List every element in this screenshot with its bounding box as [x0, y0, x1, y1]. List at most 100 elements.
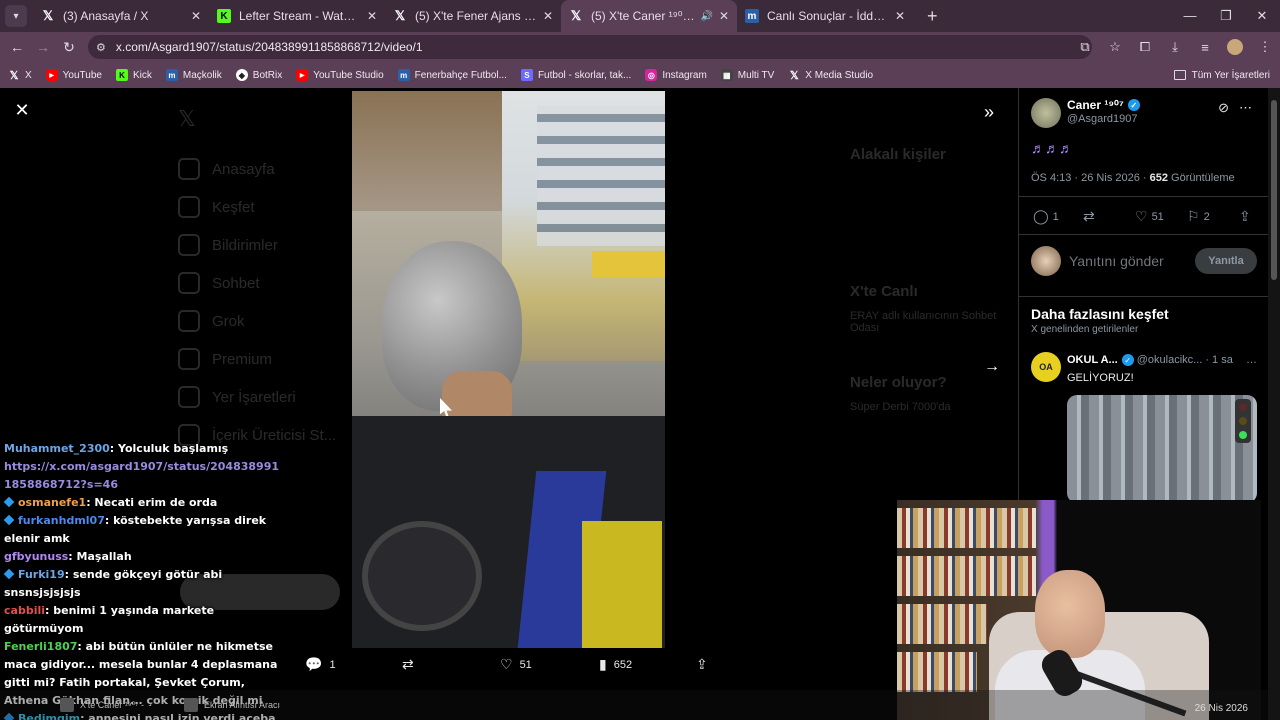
- grok-explain-icon[interactable]: ⊘: [1218, 100, 1229, 116]
- author-username[interactable]: @Asgard1907: [1067, 113, 1140, 125]
- address-bar-row: ← → ↻ ⚙ x.com/Asgard1907/status/20483899…: [0, 32, 1280, 62]
- tab-title: Lefter Stream - Watch Live on Kick: [239, 9, 361, 23]
- bookmark-youtube[interactable]: ▶ YouTube: [45, 69, 102, 81]
- bookmark-youtube-studio[interactable]: ▶ YouTube Studio: [296, 69, 384, 81]
- forward-icon[interactable]: →: [30, 39, 56, 55]
- nav-label: Anasayfa: [212, 160, 275, 178]
- speaker-icon[interactable]: 🔊: [700, 11, 712, 22]
- tab-0[interactable]: 𝕏 (3) Anasayfa / X ✕: [33, 0, 209, 32]
- bookmark-instagram[interactable]: ◎ Instagram: [645, 69, 707, 81]
- streamer-face: [1035, 570, 1105, 658]
- tab-search-icon[interactable]: ▾: [5, 5, 27, 27]
- new-tab-button[interactable]: +: [927, 6, 938, 27]
- more-options-icon[interactable]: …: [1246, 354, 1257, 366]
- reply-button[interactable]: 💬 1: [305, 656, 336, 673]
- tab-close-icon[interactable]: ✕: [191, 9, 201, 23]
- tab-2[interactable]: 𝕏 (5) X'te Fener Ajans ™: "34 gün" ✕: [385, 0, 561, 32]
- section-heading: X'te Canlı: [850, 283, 918, 300]
- like-button[interactable]: ♡ 51: [1135, 208, 1164, 225]
- subscriber-badge-icon: [3, 514, 15, 526]
- bookmark-star-icon[interactable]: ☆: [1100, 39, 1130, 55]
- share-icon: ⇪: [696, 656, 708, 672]
- share-button[interactable]: ⇪: [1239, 208, 1255, 225]
- reload-icon[interactable]: ↻: [56, 39, 82, 56]
- tweet-views: 652: [1149, 172, 1168, 184]
- more-options-icon[interactable]: ⋯: [1239, 100, 1252, 116]
- video-frame-detail: [537, 106, 665, 246]
- reply-input[interactable]: Yanıtını gönder: [1069, 253, 1195, 269]
- bookmark-label: Futbol - skorlar, tak...: [537, 69, 632, 81]
- share-button[interactable]: ⇪: [696, 656, 715, 673]
- repost-button[interactable]: ⇄: [402, 656, 421, 673]
- like-button[interactable]: ♡ 51: [500, 656, 532, 673]
- tweet-timestamp[interactable]: ÖS 4:13 · 26 Nis 2026 ·: [1031, 172, 1147, 184]
- reply-submit-button[interactable]: Yanıtla: [1195, 248, 1257, 274]
- tab-close-icon[interactable]: ✕: [895, 9, 905, 23]
- author-avatar[interactable]: [1031, 98, 1061, 128]
- tweet-author[interactable]: Caner ¹⁹⁰⁷ ✓ @Asgard1907: [1031, 98, 1140, 128]
- scrollbar[interactable]: [1268, 88, 1280, 720]
- rec-avatar[interactable]: OA: [1031, 352, 1061, 382]
- snipping-tool-icon: [184, 698, 198, 712]
- bookmark-fenerbahce[interactable]: m Fenerbahçe Futbol...: [397, 69, 507, 81]
- tab-close-icon[interactable]: ✕: [543, 9, 553, 23]
- reply-button[interactable]: ◯ 1: [1033, 208, 1059, 225]
- cast-icon[interactable]: ⧉: [1070, 39, 1100, 55]
- video-player[interactable]: [352, 91, 665, 648]
- bookmark-x-media-studio[interactable]: 𝕏 X Media Studio: [788, 69, 873, 82]
- extensions-icon[interactable]: ⧠: [1130, 39, 1160, 55]
- bookmark-mackolik[interactable]: m Maçkolik: [165, 69, 222, 81]
- expand-panel-icon[interactable]: »: [984, 102, 994, 123]
- tab-close-icon[interactable]: ✕: [719, 9, 729, 23]
- all-bookmarks[interactable]: Tüm Yer İşaretleri: [1173, 69, 1270, 81]
- minimize-icon[interactable]: —: [1172, 0, 1208, 32]
- subscriber-badge-icon: [3, 568, 15, 580]
- close-viewer-icon[interactable]: ✕: [12, 100, 32, 120]
- bookmark-futbol[interactable]: S Futbol - skorlar, tak...: [520, 69, 632, 81]
- back-icon[interactable]: ←: [4, 39, 30, 55]
- tab-1[interactable]: K Lefter Stream - Watch Live on Kick ✕: [209, 0, 385, 32]
- folder-icon: [1173, 70, 1186, 80]
- url-text: x.com/Asgard1907/status/2048389911858868…: [115, 40, 423, 54]
- bookmark-botrix[interactable]: ◆ BotRix: [235, 69, 283, 81]
- all-bookmarks-label: Tüm Yer İşaretleri: [1191, 69, 1270, 81]
- trend-text: Süper Derbi 7000'da: [850, 401, 951, 413]
- youtube-icon: ▶: [296, 69, 309, 81]
- tab-4[interactable]: m Canlı Sonuçlar - İddaa Sonuçları ✕: [737, 0, 913, 32]
- taskbar-item[interactable]: X'te Caner ¹⁹⁰⁷ -: [60, 698, 144, 712]
- tab-close-icon[interactable]: ✕: [367, 9, 377, 23]
- video-frame-detail: [592, 251, 665, 277]
- grok-icon: [178, 310, 200, 332]
- restore-icon[interactable]: ❐: [1208, 0, 1244, 32]
- download-icon[interactable]: ⤓: [1160, 39, 1190, 55]
- taskbar-item[interactable]: Ekran Alıntısı Aracı: [184, 698, 280, 712]
- webcam-overlay: [897, 500, 1261, 720]
- profile-avatar[interactable]: [1227, 39, 1243, 55]
- url-input[interactable]: ⚙ x.com/Asgard1907/status/20483899118588…: [88, 35, 1092, 59]
- home-icon: [178, 158, 200, 180]
- scrollbar-thumb[interactable]: [1271, 100, 1277, 280]
- author-display-name[interactable]: Caner ¹⁹⁰⁷: [1067, 98, 1124, 112]
- chat-username: cabbili: [4, 604, 46, 617]
- bookmark-button[interactable]: ⚐ 2: [1187, 208, 1210, 225]
- tab-3-active[interactable]: 𝕏 (5) X'te Caner ¹⁹⁰⁷: "♬♬♬" 🔊 ✕: [561, 0, 737, 32]
- x-icon: 𝕏: [570, 8, 582, 23]
- rec-name[interactable]: OKUL A...: [1067, 354, 1118, 366]
- site-info-icon[interactable]: ⚙: [96, 41, 106, 54]
- next-media-icon[interactable]: →: [984, 358, 1000, 376]
- bookmark-label: BotRix: [252, 69, 283, 81]
- bookmark-kick[interactable]: K Kick: [115, 69, 152, 81]
- bookmark-x[interactable]: 𝕏X: [8, 69, 32, 82]
- bell-icon: [178, 234, 200, 256]
- chat-link: https://x.com/asgard1907/status/20483899…: [4, 460, 279, 491]
- chat-text: : Yolculuk başlamış: [109, 442, 229, 455]
- bookmark-count: 2: [1203, 210, 1210, 223]
- chat-message: furkanhdml07: köstebekte yarışsa direk e…: [0, 512, 285, 548]
- views-button[interactable]: ▮ 652: [599, 656, 632, 673]
- repost-button[interactable]: ⇄: [1083, 208, 1099, 225]
- rec-image[interactable]: [1067, 395, 1257, 503]
- media-control-icon[interactable]: ≡: [1190, 40, 1220, 55]
- close-window-icon[interactable]: ✕: [1244, 0, 1280, 32]
- menu-icon[interactable]: ⋮: [1250, 39, 1280, 55]
- bookmark-multitv[interactable]: ▦ Multi TV: [720, 69, 774, 81]
